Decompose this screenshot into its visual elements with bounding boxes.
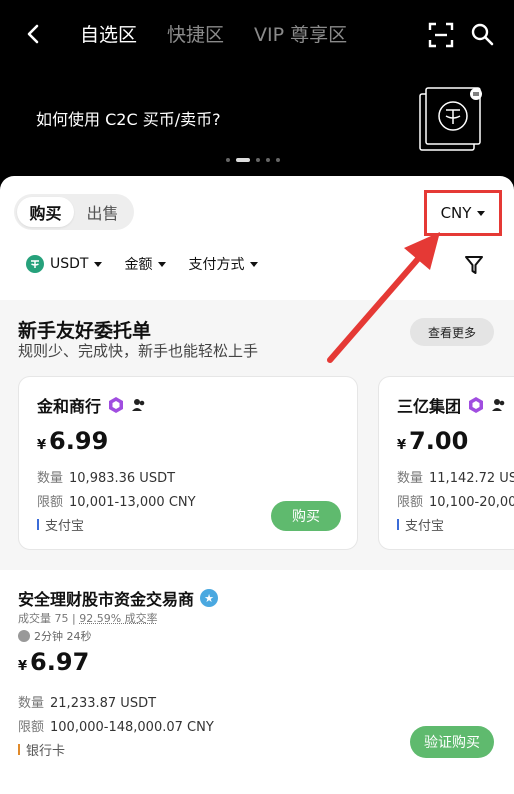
zone-tabs: 自选区 快捷区 VIP 尊享区 bbox=[80, 20, 347, 47]
limit-value: 10,100-20,00 bbox=[429, 495, 514, 510]
currency-highlight: CNY bbox=[424, 190, 502, 236]
view-more-button[interactable]: 查看更多 bbox=[410, 318, 494, 346]
payment-label: 支付宝 bbox=[45, 519, 85, 534]
limit-value: 100,000-148,000.07 CNY bbox=[50, 720, 214, 735]
filter-asset-label: USDT bbox=[50, 256, 89, 272]
price-value: 7.00 bbox=[409, 427, 469, 455]
quantity-value: 11,142.72 US bbox=[429, 471, 514, 486]
verified-merchant-icon bbox=[109, 397, 124, 413]
price: ¥ 6.97 bbox=[18, 648, 89, 676]
caret-down-icon bbox=[250, 261, 259, 267]
newbie-section: 新手友好委托单 规则少、完成快，新手也能轻松上手 查看更多 金和商行 ¥ 6.9… bbox=[0, 300, 514, 570]
limit-row: 限额 10,100-20,00 bbox=[397, 491, 514, 510]
payment-indicator bbox=[18, 744, 20, 755]
payment-method: 支付宝 bbox=[397, 515, 444, 534]
currency-symbol: ¥ bbox=[37, 438, 47, 453]
pagination-dot[interactable] bbox=[276, 158, 280, 162]
limit-label: 限额 bbox=[37, 495, 64, 510]
quantity-label: 数量 bbox=[397, 471, 424, 486]
payment-indicator bbox=[397, 519, 399, 530]
pagination-dot[interactable] bbox=[226, 158, 230, 162]
quantity-row: 数量 10,983.36 USDT bbox=[37, 467, 175, 486]
offer-card[interactable]: 三亿集团 ¥ 7.00 数量 11,142.72 US 限额 10,100-20,0… bbox=[378, 376, 514, 550]
avg-release-time: 2分钟 24秒 bbox=[18, 628, 92, 644]
users-icon bbox=[492, 399, 505, 411]
filter-amount[interactable]: 金额 bbox=[124, 254, 167, 274]
limit-row: 限额 100,000-148,000.07 CNY bbox=[18, 716, 214, 735]
merchant-stats: 成交量 75 | 92.59% 成交率 bbox=[18, 610, 158, 626]
top-header: 自选区 快捷区 VIP 尊享区 如何使用 C2C 买币/卖币? bbox=[0, 0, 514, 180]
tether-coin-icon bbox=[419, 87, 482, 151]
section-subtitle: 规则少、完成快，新手也能轻松上手 bbox=[18, 342, 259, 360]
quantity-value: 10,983.36 USDT bbox=[69, 471, 176, 486]
quantity-value: 21,233.87 USDT bbox=[50, 696, 157, 711]
price: ¥ 6.99 bbox=[37, 427, 108, 455]
merchant-name: 金和商行 bbox=[37, 397, 102, 416]
caret-down-icon bbox=[477, 210, 486, 216]
offer-card[interactable]: 金和商行 ¥ 6.99 数量 10,983.36 USDT 限额 10,001-13… bbox=[18, 376, 358, 550]
trade-volume: 成交量 75 bbox=[18, 612, 69, 625]
users-icon bbox=[132, 399, 145, 411]
completion-rate[interactable]: 92.59% 成交率 bbox=[79, 612, 157, 625]
currency-label: CNY bbox=[440, 204, 472, 222]
price-value: 6.97 bbox=[30, 648, 90, 676]
search-icon[interactable] bbox=[470, 22, 494, 46]
buy-button[interactable]: 购买 bbox=[271, 501, 341, 531]
buy-sell-toggle: 购买 出售 bbox=[14, 194, 134, 230]
tab-favorites[interactable]: 自选区 bbox=[80, 20, 137, 47]
filter-asset[interactable]: USDT bbox=[26, 255, 103, 273]
quantity-row: 数量 11,142.72 US bbox=[397, 467, 514, 486]
limit-value: 10,001-13,000 CNY bbox=[69, 495, 196, 510]
tab-express[interactable]: 快捷区 bbox=[167, 20, 224, 47]
filter-amount-label: 金额 bbox=[124, 257, 153, 273]
payment-label: 支付宝 bbox=[405, 519, 445, 534]
quantity-row: 数量 21,233.87 USDT bbox=[18, 692, 156, 711]
clock-icon bbox=[18, 630, 30, 642]
price-value: 6.99 bbox=[49, 427, 109, 455]
currency-symbol: ¥ bbox=[397, 438, 407, 453]
limit-row: 限额 10,001-13,000 CNY bbox=[37, 491, 196, 510]
star-badge-icon: ★ bbox=[200, 589, 219, 607]
currency-selector[interactable]: CNY bbox=[441, 204, 486, 222]
payment-method: 支付宝 bbox=[37, 515, 84, 534]
tab-vip[interactable]: VIP 尊享区 bbox=[254, 20, 347, 47]
segment-sell[interactable]: 出售 bbox=[74, 197, 131, 227]
merchant-name: 安全理财股市资金交易商 bbox=[18, 590, 195, 609]
verify-buy-button[interactable]: 验证购买 bbox=[410, 726, 494, 758]
section-title: 新手友好委托单 bbox=[18, 320, 152, 342]
currency-symbol: ¥ bbox=[18, 659, 28, 674]
quantity-label: 数量 bbox=[18, 696, 45, 711]
verified-merchant-icon bbox=[469, 397, 484, 413]
merchant-name: 三亿集团 bbox=[397, 397, 462, 416]
banner-pagination bbox=[226, 158, 280, 162]
filter-bar: USDT 金额 支付方式 bbox=[26, 254, 259, 274]
filter-icon[interactable] bbox=[464, 254, 484, 276]
merchant-name-row: 三亿集团 bbox=[397, 393, 507, 417]
filter-payment[interactable]: 支付方式 bbox=[188, 254, 259, 274]
filter-payment-label: 支付方式 bbox=[188, 257, 245, 273]
merchant-name-row: 安全理财股市资金交易商 ★ bbox=[18, 586, 219, 610]
chevron-left-icon[interactable] bbox=[22, 22, 46, 46]
price: ¥ 7.00 bbox=[397, 427, 468, 455]
pagination-dot[interactable] bbox=[256, 158, 260, 162]
trade-panel: 购买 出售 CNY USDT 金额 支付方式 新手友好委托单 规则少、完成快，新… bbox=[0, 176, 514, 794]
caret-down-icon bbox=[94, 261, 103, 267]
limit-label: 限额 bbox=[397, 495, 424, 510]
payment-indicator bbox=[37, 519, 39, 530]
time-value: 2分钟 24秒 bbox=[34, 630, 92, 643]
quantity-label: 数量 bbox=[37, 471, 64, 486]
pagination-dot[interactable] bbox=[266, 158, 270, 162]
scan-icon[interactable] bbox=[428, 22, 454, 48]
payment-method: 银行卡 bbox=[18, 740, 65, 759]
usdt-icon bbox=[26, 255, 44, 273]
caret-down-icon bbox=[158, 261, 167, 267]
pagination-dot-active[interactable] bbox=[236, 158, 250, 162]
banner-title[interactable]: 如何使用 C2C 买币/卖币? bbox=[36, 106, 221, 130]
segment-buy[interactable]: 购买 bbox=[17, 197, 74, 227]
limit-label: 限额 bbox=[18, 720, 45, 735]
merchant-name-row: 金和商行 bbox=[37, 393, 147, 417]
offer-list-item[interactable]: 安全理财股市资金交易商 ★ 成交量 75 | 92.59% 成交率 2分钟 24… bbox=[0, 570, 514, 794]
payment-label: 银行卡 bbox=[26, 744, 66, 759]
